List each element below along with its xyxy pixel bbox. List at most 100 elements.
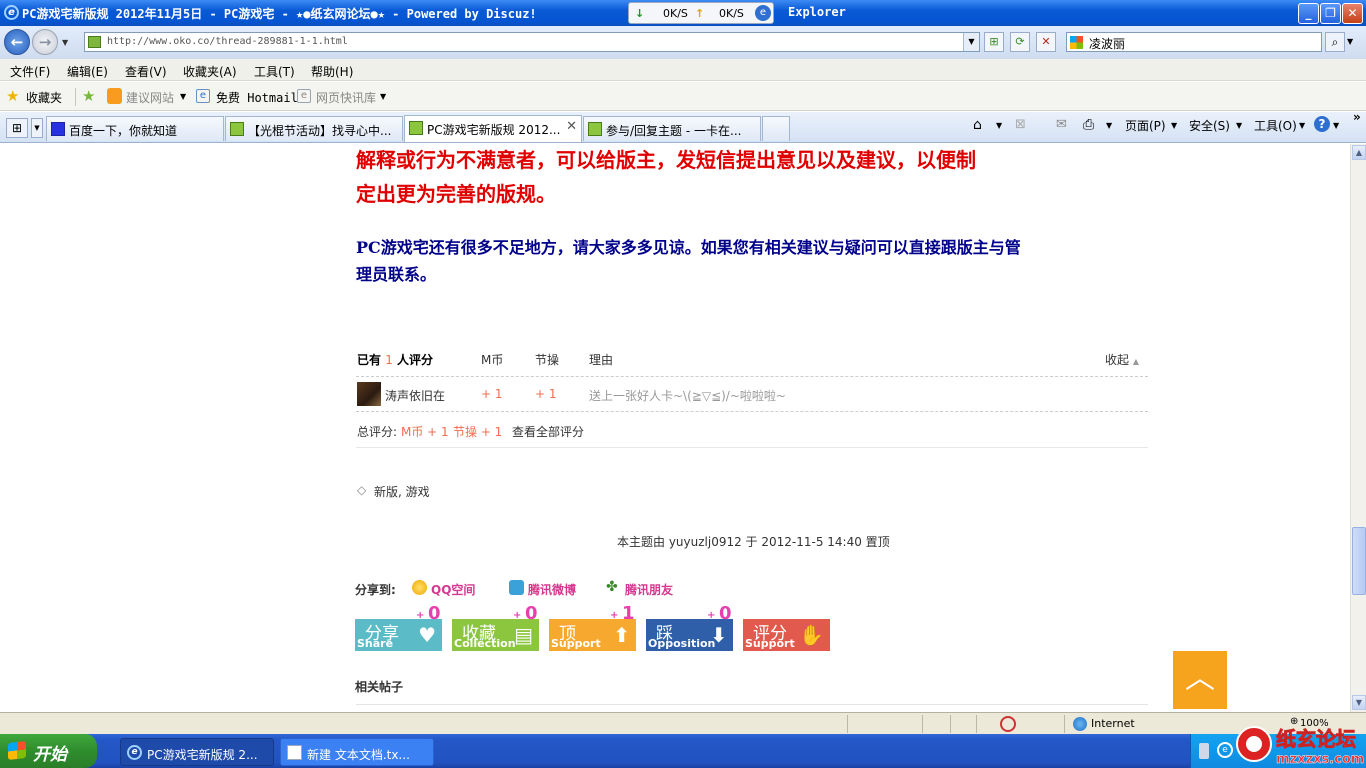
tools-dropdown-icon[interactable]: ▼ <box>1299 121 1305 130</box>
address-dropdown-icon[interactable]: ▼ <box>963 33 979 51</box>
rating-user[interactable]: 涛声依旧在 <box>385 387 445 404</box>
tab-baidu[interactable]: 百度一下，你就知道 <box>46 116 224 141</box>
help-icon[interactable]: ? <box>1314 116 1330 132</box>
home-icon[interactable]: ⌂ <box>973 117 982 133</box>
home-dropdown-icon[interactable]: ▼ <box>996 121 1002 130</box>
tray-device-icon[interactable] <box>1199 743 1209 759</box>
address-bar[interactable]: http://www.oko.co/thread-289881-1-1.html… <box>84 32 980 52</box>
tab-list-dropdown-icon[interactable]: ▼ <box>31 118 43 138</box>
menu-edit[interactable]: 编辑(E) <box>67 63 108 80</box>
status-separator <box>1064 715 1065 733</box>
related-divider <box>356 704 1148 705</box>
stop-icon[interactable]: ✕ <box>1036 32 1056 52</box>
safety-dropdown-icon[interactable]: ▼ <box>1236 121 1242 130</box>
tab-reply[interactable]: 参与/回复主题 - 一卡在... <box>583 116 761 141</box>
close-button[interactable]: ✕ <box>1342 3 1363 24</box>
opposition-count: 0 <box>719 603 732 624</box>
print-dropdown-icon[interactable]: ▼ <box>1106 121 1112 130</box>
new-tab-button[interactable] <box>762 116 790 141</box>
status-separator <box>950 715 951 733</box>
scroll-down-icon[interactable]: ▼ <box>1352 695 1366 710</box>
more-commands-icon[interactable]: » <box>1353 110 1361 124</box>
task-label: 新建 文本文档.tx... <box>307 748 410 762</box>
back-button[interactable]: ← <box>4 29 30 55</box>
share-label: 分享到: <box>355 583 396 597</box>
restore-button[interactable]: ❐ <box>1320 3 1341 24</box>
safety-menu[interactable]: 安全(S) <box>1189 117 1230 134</box>
rating-col-j: 节操 <box>535 353 560 367</box>
post-tags[interactable]: 新版, 游戏 <box>374 483 430 500</box>
read-mail-icon[interactable]: ✉ <box>1056 117 1067 132</box>
web-slice-gallery-link[interactable]: 网页快讯库 <box>316 89 376 106</box>
tag-icon: ◇ <box>357 483 367 497</box>
qzone-icon <box>412 580 427 595</box>
task-label: PC游戏宅新版规 2... <box>147 748 258 762</box>
taskbar-ie-window[interactable]: e PC游戏宅新版规 2... <box>120 738 274 766</box>
tab-activity[interactable]: 【光棍节活动】找寻心中... <box>225 116 403 141</box>
forum-favicon-icon <box>230 122 244 136</box>
hotmail-link[interactable]: 免费 Hotmail <box>216 89 298 106</box>
search-button[interactable]: ⌕ <box>1325 32 1345 52</box>
rating-user-m: + 1 <box>481 387 503 401</box>
menu-tools[interactable]: 工具(T) <box>254 63 295 80</box>
net-speed-widget: ↓ 0K/S ↑ 0K/S e <box>628 2 774 24</box>
view-all-ratings-link[interactable]: 查看全部评分 <box>512 423 584 440</box>
tencent-weibo-icon <box>509 580 524 595</box>
share-weibo-link[interactable]: 腾讯微博 <box>528 581 576 598</box>
scroll-up-icon[interactable]: ▲ <box>1352 145 1366 160</box>
web-slice-icon: e <box>297 89 311 103</box>
page-menu[interactable]: 页面(P) <box>1125 117 1166 134</box>
search-options-icon[interactable]: ▼ <box>1347 37 1353 46</box>
window-title-suffix: Explorer <box>788 5 846 19</box>
favorites-button[interactable]: 收藏夹 <box>26 89 62 106</box>
rating-col-reason: 理由 <box>589 353 614 367</box>
collection-count-plus: + <box>513 610 522 621</box>
security-zone-label: Internet <box>1091 717 1135 730</box>
start-button[interactable]: 开始 <box>0 734 97 768</box>
vertical-scrollbar[interactable]: ▲ ▼ <box>1350 144 1366 712</box>
add-favorite-icon[interactable]: ★ <box>82 87 95 105</box>
print-icon[interactable]: ⎙ <box>1083 117 1094 133</box>
suggested-sites-dropdown-icon[interactable]: ▼ <box>180 92 186 101</box>
menu-file[interactable]: 文件(F) <box>10 63 50 80</box>
help-dropdown-icon[interactable]: ▼ <box>1333 121 1339 130</box>
rating-user-j: + 1 <box>535 387 557 401</box>
chevron-up-icon: ︿ <box>1185 661 1215 696</box>
scroll-thumb[interactable] <box>1352 527 1366 595</box>
rate-action-button[interactable]: 评分 Support ✋ <box>743 619 830 651</box>
minimize-button[interactable]: _ <box>1298 3 1319 24</box>
tray-ie-icon[interactable]: e <box>1217 742 1233 758</box>
menu-view[interactable]: 查看(V) <box>125 63 167 80</box>
privacy-icon[interactable] <box>1000 716 1016 732</box>
web-slice-dropdown-icon[interactable]: ▼ <box>380 92 386 101</box>
share-qzone-link[interactable]: QQ空间 <box>431 581 475 598</box>
rating-header: 已有 1 人评分 <box>357 353 434 367</box>
menu-help[interactable]: 帮助(H) <box>311 63 353 80</box>
support-count-plus: + <box>610 610 619 621</box>
back-to-top-button[interactable]: ︿ <box>1173 651 1227 709</box>
tab-label: 参与/回复主题 - 一卡在... <box>606 124 742 138</box>
tab-close-icon[interactable]: ✕ <box>566 119 577 134</box>
window-title: PC游戏宅新版规 2012年11月5日 - PC游戏宅 - ★●纸玄网论坛●★ … <box>22 7 537 21</box>
refresh-icon[interactable]: ⟳ <box>1010 32 1030 52</box>
suggested-sites-link[interactable]: 建议网站 <box>126 89 174 106</box>
feeds-icon[interactable]: ⊠ <box>1015 117 1026 132</box>
page-dropdown-icon[interactable]: ▼ <box>1171 121 1177 130</box>
forward-button[interactable]: → <box>32 29 58 55</box>
pinned-notice: 本主题由 yuyuzlj0912 于 2012-11-5 14:40 置顶 <box>617 535 890 549</box>
ie-task-icon: e <box>127 745 142 760</box>
tools-menu[interactable]: 工具(O) <box>1254 117 1297 134</box>
address-url[interactable]: http://www.oko.co/thread-289881-1-1.html <box>107 36 348 47</box>
share-pengyou-link[interactable]: 腾讯朋友 <box>625 581 673 598</box>
quick-tabs-icon[interactable]: ⊞ <box>6 118 28 138</box>
watermark-name: 纸玄论坛 <box>1276 727 1356 751</box>
taskbar-notepad-window[interactable]: 新建 文本文档.tx... <box>280 738 434 766</box>
search-value[interactable]: 凌波丽 <box>1089 35 1125 52</box>
compatibility-view-icon[interactable]: ⊞ <box>984 32 1004 52</box>
tab-new-rules[interactable]: PC游戏宅新版规 2012... ✕ <box>404 115 582 142</box>
menu-favorites[interactable]: 收藏夹(A) <box>183 63 237 80</box>
rating-collapse-link[interactable]: 收起 ▲ <box>1105 351 1139 368</box>
search-input[interactable]: 凌波丽 <box>1066 32 1322 52</box>
avatar[interactable] <box>357 382 381 406</box>
history-dropdown-icon[interactable]: ▼ <box>62 38 68 47</box>
